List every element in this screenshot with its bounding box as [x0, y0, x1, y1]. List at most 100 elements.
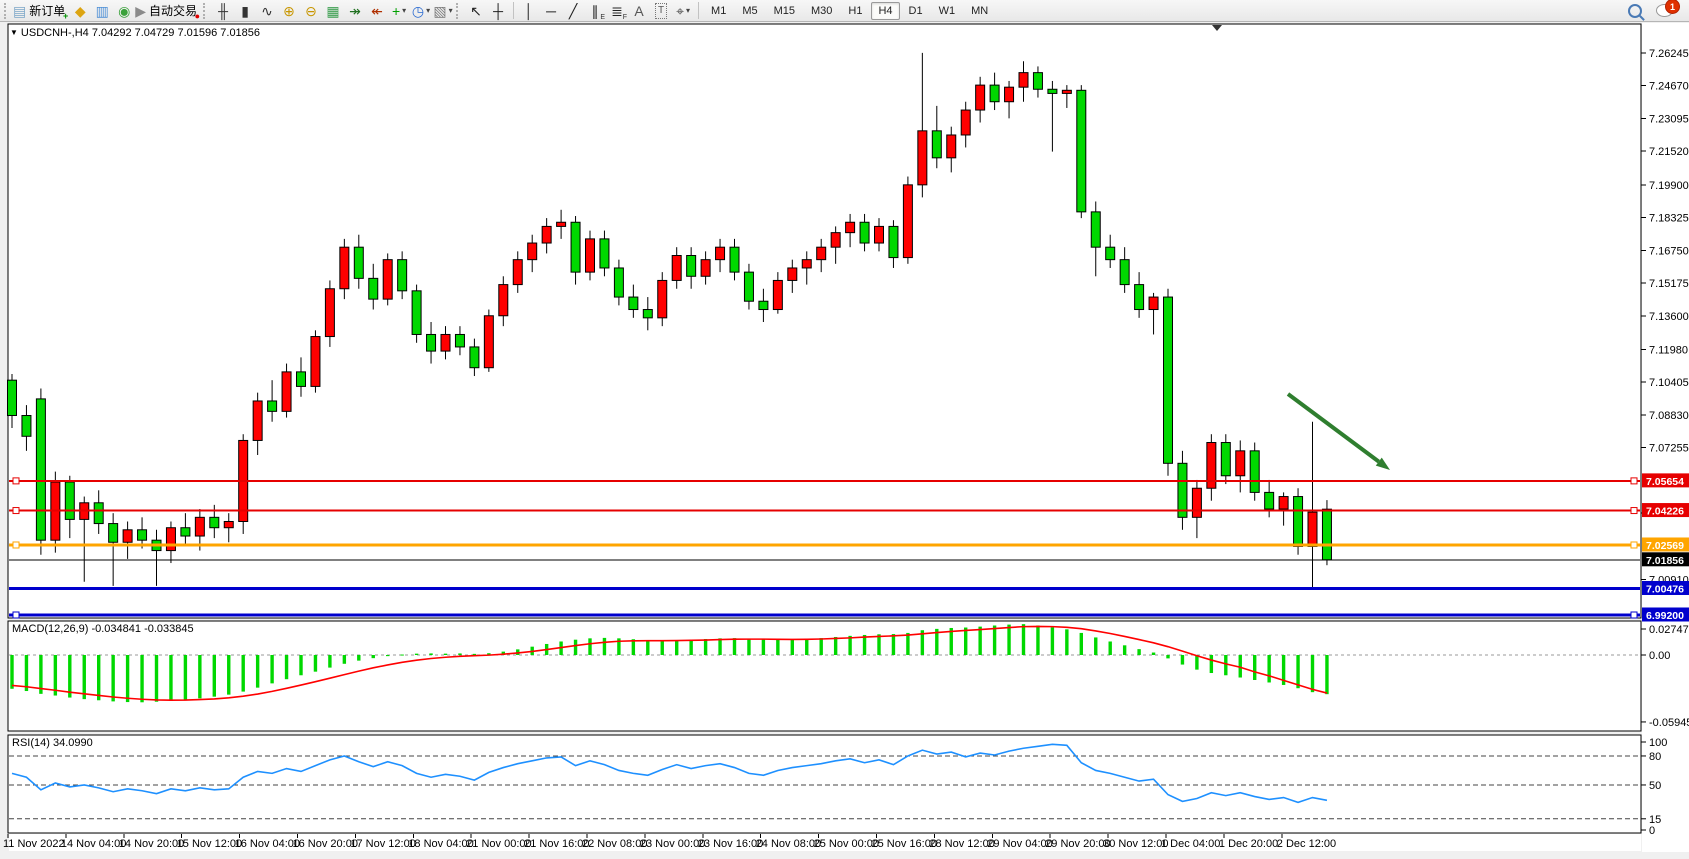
candle-body [744, 272, 753, 301]
candle-body [701, 260, 710, 277]
support-line-blue-lower-handle[interactable] [13, 612, 19, 618]
macd-histogram-bar [285, 655, 288, 679]
price-axis-label: 7.13600 [1649, 311, 1689, 323]
time-axis-label: 23 Nov 00:00 [640, 838, 705, 850]
candle-body [730, 247, 739, 272]
time-axis-label: 14 Nov 04:00 [61, 838, 126, 850]
resistance-line-lower-handle[interactable] [13, 508, 19, 514]
price-axis-label: 7.24670 [1649, 81, 1689, 93]
support-line-orange-handle[interactable] [13, 542, 19, 548]
time-axis-label: 16 Nov 04:00 [235, 838, 300, 850]
candle-body [94, 503, 103, 524]
macd-histogram-bar [184, 655, 187, 700]
macd-histogram-bar [733, 638, 736, 655]
time-axis-label: 2 Dec 12:00 [1277, 838, 1336, 850]
macd-histogram-bar [689, 640, 692, 655]
price-axis-label: 7.11980 [1649, 344, 1688, 356]
macd-histogram-bar [704, 639, 707, 655]
macd-histogram-bar [1022, 624, 1025, 655]
price-axis-label: 7.21520 [1649, 146, 1689, 158]
support-line-blue-lower-handle[interactable] [1631, 612, 1637, 618]
time-axis-label: 1 Dec 20:00 [1219, 838, 1278, 850]
macd-panel[interactable] [8, 621, 1641, 731]
macd-histogram-bar [747, 639, 750, 655]
macd-histogram-bar [111, 655, 114, 701]
candle-body [282, 372, 291, 411]
candle-body [1077, 90, 1086, 212]
candle-body [166, 528, 175, 551]
candle-body [1192, 488, 1201, 517]
time-axis-label: 16 Nov 20:00 [293, 838, 358, 850]
candle-body [224, 521, 233, 527]
macd-histogram-bar [372, 655, 375, 658]
macd-histogram-bar [1051, 627, 1054, 655]
macd-histogram-bar [213, 655, 216, 697]
candle-body [1019, 73, 1028, 88]
candle-body [138, 530, 147, 540]
candle-body [542, 226, 551, 243]
macd-histogram-bar [256, 655, 259, 688]
macd-histogram-bar [126, 655, 129, 702]
candle-body [470, 347, 479, 368]
candle-body [398, 260, 407, 291]
candle-body [802, 260, 811, 268]
macd-histogram-bar [140, 655, 143, 702]
candle-body [499, 285, 508, 316]
candle-body [123, 530, 132, 542]
macd-label: MACD(12,26,9) -0.034841 -0.033845 [12, 623, 194, 635]
time-axis-label: 25 Nov 00:00 [814, 838, 879, 850]
candle-body [614, 268, 623, 297]
macd-histogram-bar [1094, 637, 1097, 655]
candle-body [253, 401, 262, 440]
macd-histogram-bar [10, 655, 13, 689]
symbol-dropdown-icon[interactable]: ▼ [10, 28, 18, 37]
resistance-line-upper-handle[interactable] [13, 478, 19, 484]
time-axis-label: 22 Nov 08:00 [582, 838, 647, 850]
macd-histogram-bar [646, 640, 649, 655]
candle-body [412, 291, 421, 335]
macd-axis-label: -0.059451 [1649, 717, 1689, 729]
macd-histogram-bar [415, 654, 418, 655]
macd-histogram-bar [1267, 655, 1270, 682]
macd-histogram-bar [1137, 649, 1140, 655]
candle-body [976, 85, 985, 110]
rsi-axis-label: 0 [1649, 825, 1655, 837]
price-axis-label: 7.07255 [1649, 443, 1689, 455]
candle-body [947, 135, 956, 158]
macd-histogram-bar [805, 639, 808, 655]
chart-canvas[interactable]: 7.262457.246707.230957.215207.199007.183… [0, 0, 1689, 859]
support-line-orange-handle[interactable] [1631, 542, 1637, 548]
macd-histogram-bar [242, 655, 245, 692]
resistance-line-upper-handle[interactable] [1631, 478, 1637, 484]
macd-histogram-bar [25, 655, 28, 691]
candle-body [22, 416, 31, 437]
candle-body [759, 301, 768, 309]
macd-histogram-bar [328, 655, 331, 668]
candle-body [1221, 443, 1230, 476]
resistance-line-lower-price-badge-label: 7.04226 [1646, 506, 1684, 518]
price-axis-label: 7.16750 [1649, 245, 1689, 257]
candle-body [441, 334, 450, 351]
main-chart-panel[interactable] [8, 24, 1641, 618]
macd-histogram-bar [675, 640, 678, 655]
macd-histogram-bar [1166, 655, 1169, 658]
time-axis-label: 28 Nov 12:00 [929, 838, 994, 850]
macd-histogram-bar [1109, 641, 1112, 655]
macd-histogram-bar [400, 655, 403, 656]
candle-body [354, 247, 363, 278]
macd-histogram-bar [1007, 625, 1010, 655]
macd-histogram-bar [1195, 655, 1198, 670]
macd-histogram-bar [227, 655, 230, 695]
macd-histogram-bar [993, 625, 996, 655]
candle-body [1250, 451, 1259, 493]
resistance-line-lower-handle[interactable] [1631, 508, 1637, 514]
time-axis-label: 29 Nov 20:00 [1045, 838, 1110, 850]
candle-body [210, 517, 219, 527]
candle-body [932, 131, 941, 158]
macd-histogram-bar [776, 640, 779, 655]
candle-body [875, 226, 884, 243]
macd-histogram-bar [603, 638, 606, 655]
candle-body [817, 247, 826, 259]
candle-body [1308, 512, 1317, 546]
macd-histogram-bar [661, 641, 664, 655]
